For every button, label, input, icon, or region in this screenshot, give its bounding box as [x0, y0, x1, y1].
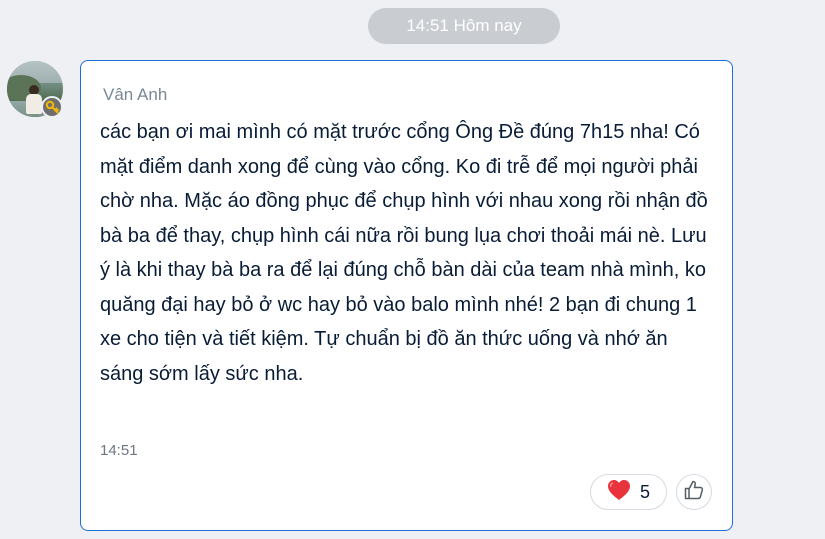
message-time: 14:51: [100, 442, 138, 459]
sender-name[interactable]: Vân Anh: [103, 85, 167, 105]
message-text: các bạn ơi mai mình có mặt trước cổng Ôn…: [100, 121, 708, 385]
key-icon: [41, 96, 63, 118]
date-separator: 14:51 Hôm nay: [368, 8, 560, 44]
message-bubble[interactable]: Vân Anh các bạn ơi mai mình có mặt trước…: [80, 60, 733, 531]
reaction-count: 5: [639, 481, 650, 502]
like-button[interactable]: [676, 474, 712, 510]
thumbs-up-icon: [683, 479, 705, 506]
heart-icon: [607, 479, 631, 506]
reaction-button[interactable]: 5: [590, 474, 667, 510]
